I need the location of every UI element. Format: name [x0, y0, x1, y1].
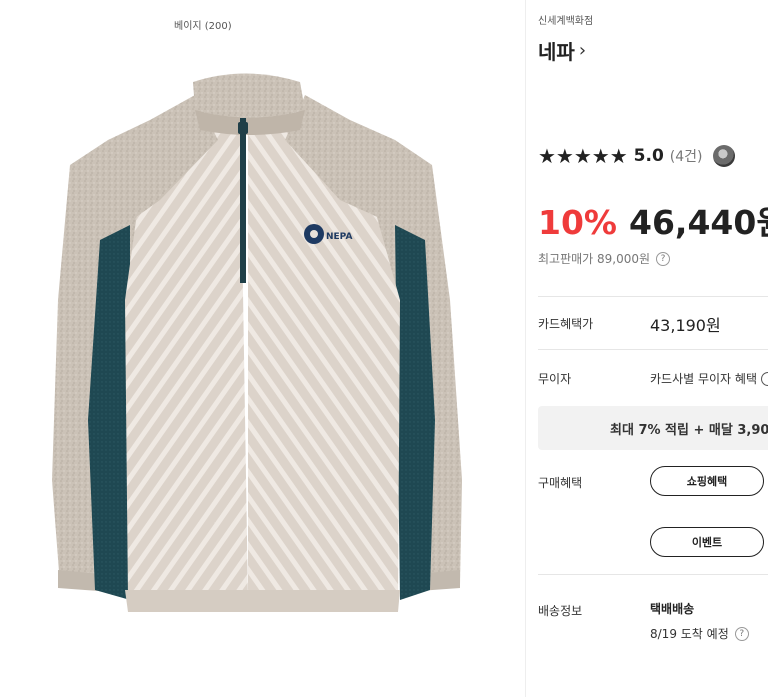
- review-count[interactable]: (4건): [670, 146, 703, 166]
- promo-banner[interactable]: 최대 7% 적립 + 매달 3,900원: [538, 406, 768, 450]
- interest-free-text: 카드사별 무이자 혜택: [650, 372, 757, 386]
- discount-rate: 10%: [538, 203, 617, 242]
- help-icon[interactable]: ?: [656, 251, 671, 266]
- shopping-benefit-button[interactable]: 쇼핑혜택: [650, 466, 764, 496]
- original-price-text: 최고판매가 89,000원: [538, 252, 651, 266]
- rating-row[interactable]: ★★★★★ 5.0 (4건): [538, 144, 735, 168]
- interest-free-label: 무이자: [538, 372, 572, 386]
- column-divider: [525, 0, 526, 697]
- store-name[interactable]: 신세계백화점: [538, 12, 593, 27]
- reviewer-avatar[interactable]: [712, 145, 735, 167]
- product-info-panel: 신세계백화점 네파 › ★★★★★ 5.0 (4건) 10% 46,440원 최…: [538, 0, 768, 697]
- brand-name: 네파: [538, 40, 575, 64]
- chevron-right-icon: ›: [578, 40, 587, 61]
- shipping-arrival: 8/19 도착 예정 ?: [650, 625, 749, 642]
- product-image[interactable]: NEPA: [0, 0, 525, 697]
- price-row: 10% 46,440원: [538, 196, 768, 244]
- sale-price: 46,440원: [629, 203, 768, 242]
- star-rating-icon: ★★★★★: [538, 144, 628, 168]
- card-benefit-price: 43,190원: [650, 316, 721, 335]
- help-icon[interactable]: ?: [734, 626, 749, 641]
- svg-text:NEPA: NEPA: [326, 232, 352, 242]
- divider: [538, 349, 768, 350]
- purchase-benefit-label: 구매혜택: [538, 476, 583, 490]
- shipping-method: 택배배송: [650, 602, 695, 616]
- rating-value: 5.0: [633, 146, 664, 166]
- info-icon: [761, 371, 768, 386]
- event-button[interactable]: 이벤트: [650, 527, 764, 557]
- divider: [538, 296, 768, 297]
- arrival-date-text: 8/19 도착 예정: [650, 627, 729, 641]
- interest-free-link[interactable]: 카드사별 무이자 혜택: [650, 370, 768, 387]
- divider: [538, 574, 768, 575]
- brand-link[interactable]: 네파 ›: [538, 36, 586, 65]
- card-benefit-label: 카드혜택가: [538, 317, 594, 331]
- product-image-area: 베이지 (200) NEPA: [0, 0, 525, 697]
- shipping-label: 배송정보: [538, 604, 583, 618]
- original-price: 최고판매가 89,000원 ?: [538, 250, 671, 267]
